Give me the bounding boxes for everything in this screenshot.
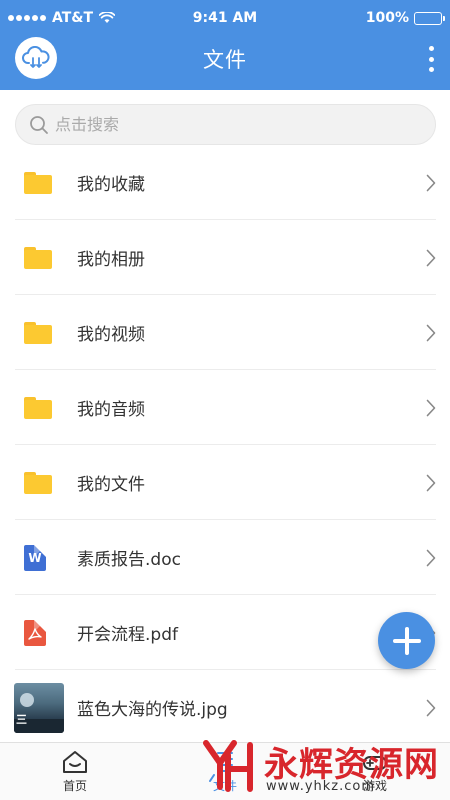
- watermark-url: www.yhkz.com: [266, 779, 376, 794]
- home-icon: [63, 751, 87, 773]
- chevron-right-icon: [426, 474, 436, 491]
- battery-percent: 100%: [365, 10, 409, 26]
- add-button[interactable]: [378, 612, 435, 669]
- file-name: 蓝色大海的传说.jpg: [77, 700, 228, 720]
- list-item[interactable]: 三 蓝色大海的传说.jpg: [0, 670, 450, 745]
- pdf-document-icon: [24, 619, 46, 646]
- chevron-right-icon: [426, 399, 436, 416]
- file-name: 开会流程.pdf: [77, 625, 178, 645]
- more-vertical-icon[interactable]: [424, 46, 438, 72]
- tab-home[interactable]: 首页: [50, 743, 100, 800]
- watermark: 永辉资源网 www.yhkz.com: [198, 735, 439, 795]
- watermark-logo-icon: [203, 740, 253, 792]
- file-name: 我的文件: [77, 475, 145, 495]
- list-item[interactable]: 我的相册: [0, 220, 450, 295]
- folder-icon: [24, 471, 52, 494]
- status-right: 100%: [365, 10, 445, 26]
- page-title: 文件: [203, 48, 247, 72]
- status-bar: AT&T 9:41 AM 100%: [0, 0, 450, 36]
- list-item[interactable]: 我的收藏: [0, 145, 450, 220]
- chevron-right-icon: [426, 699, 436, 716]
- folder-icon: [24, 321, 52, 344]
- file-name: 我的收藏: [77, 175, 145, 195]
- file-name: 我的相册: [77, 250, 145, 270]
- chevron-right-icon: [426, 549, 436, 566]
- chevron-right-icon: [426, 174, 436, 191]
- search-icon: [30, 115, 48, 134]
- file-name: 素质报告.doc: [77, 550, 181, 570]
- list-item[interactable]: W 素质报告.doc: [0, 520, 450, 595]
- list-item[interactable]: 我的文件: [0, 445, 450, 520]
- folder-icon: [24, 171, 52, 194]
- tab-label: 首页: [62, 779, 87, 793]
- app-header: AT&T 9:41 AM 100% 文件: [0, 0, 450, 90]
- search-bar[interactable]: [15, 104, 436, 145]
- search-input[interactable]: [55, 115, 395, 134]
- chevron-right-icon: [426, 249, 436, 266]
- battery-icon: [414, 11, 445, 25]
- image-thumbnail: 三: [14, 682, 64, 733]
- list-item[interactable]: 我的视频: [0, 295, 450, 370]
- chevron-right-icon: [426, 324, 436, 341]
- file-name: 我的音频: [77, 400, 145, 420]
- plus-icon: [392, 626, 421, 655]
- folder-icon: [24, 396, 52, 419]
- file-name: 我的视频: [77, 325, 145, 345]
- watermark-text: 永辉资源网: [264, 745, 439, 785]
- list-item[interactable]: 我的音频: [0, 370, 450, 445]
- word-document-icon: W: [24, 544, 46, 571]
- folder-icon: [24, 246, 52, 269]
